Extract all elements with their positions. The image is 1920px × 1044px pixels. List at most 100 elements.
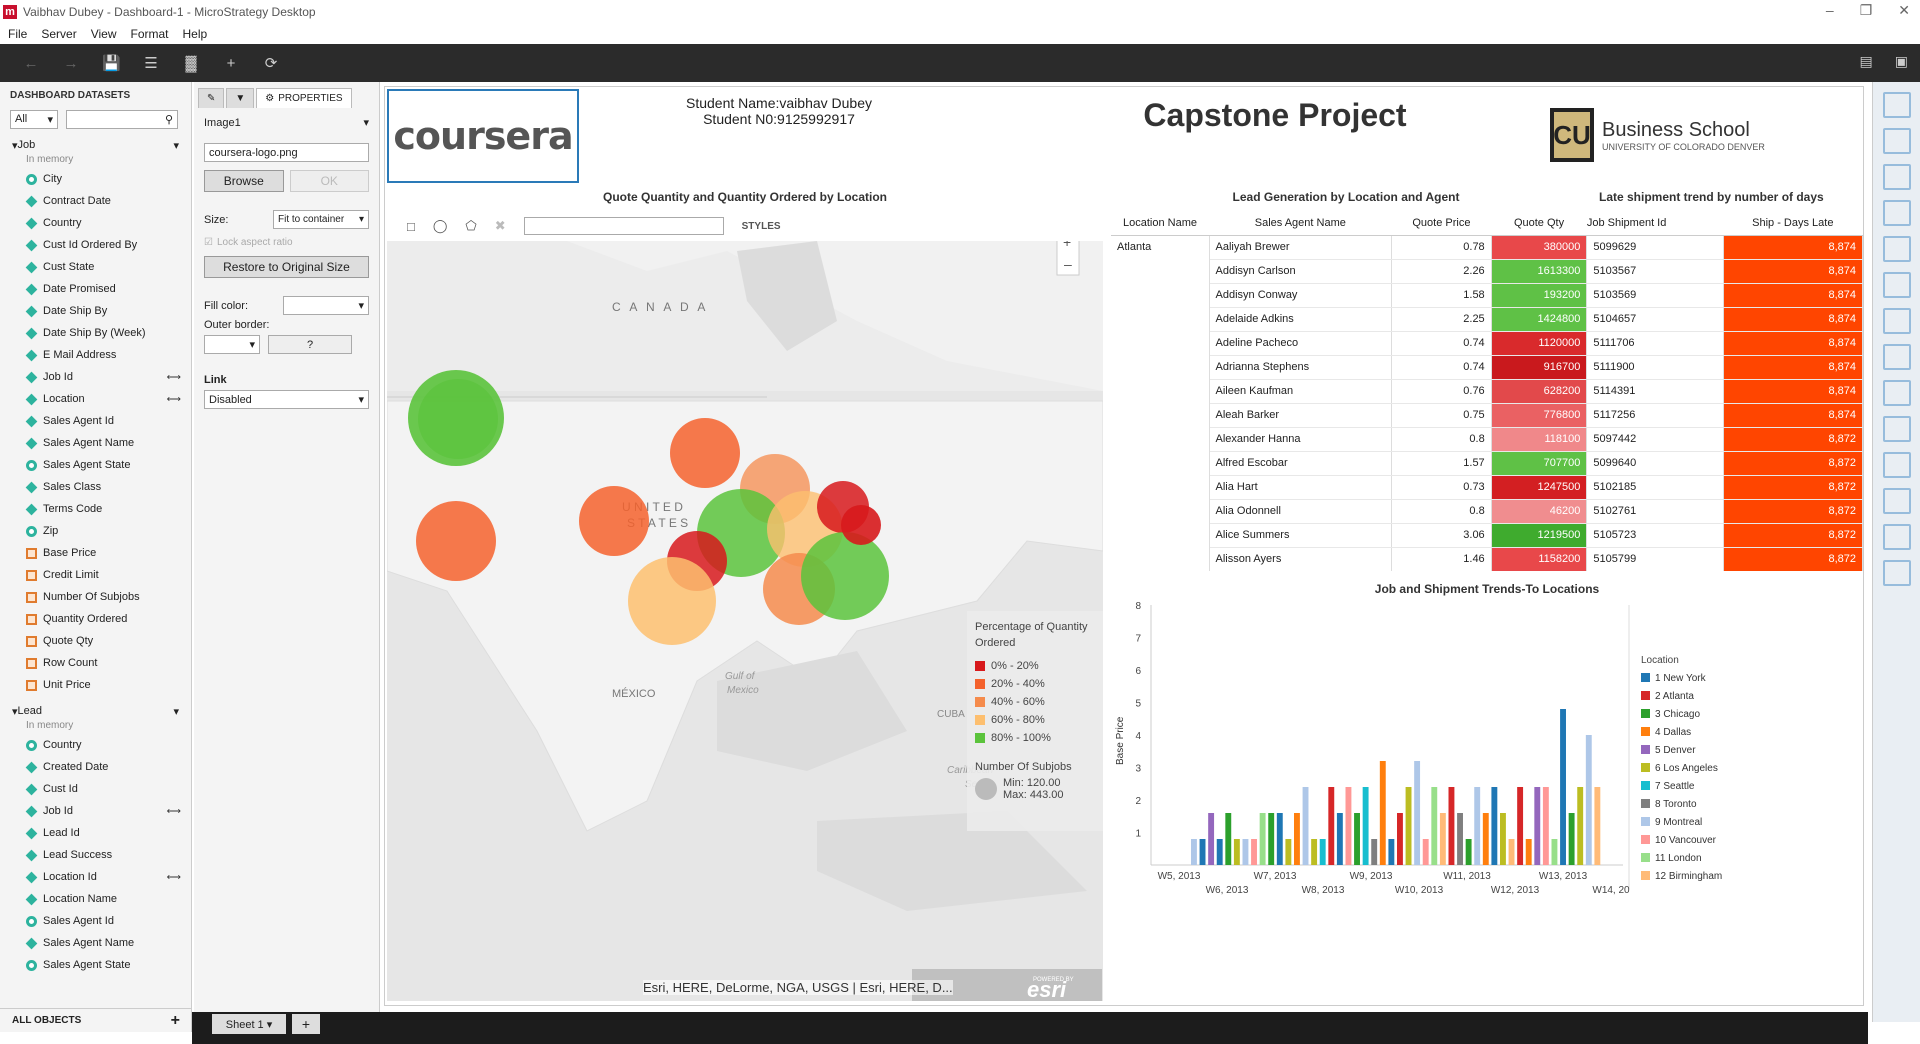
- fill-color-picker[interactable]: ▾: [283, 296, 369, 315]
- table-row[interactable]: Alfred Escobar 1.57 707700 5099640 8,872: [1111, 451, 1863, 476]
- object-item[interactable]: Zip: [0, 520, 191, 542]
- object-item[interactable]: Country: [0, 734, 191, 756]
- object-item[interactable]: Base Price: [0, 542, 191, 564]
- area-chart-viz-icon[interactable]: [1882, 236, 1911, 262]
- table-row[interactable]: Adelaide Adkins 2.25 1424800 5104657 8,874: [1111, 307, 1863, 332]
- table-row[interactable]: Atlanta Aaliyah Brewer 0.78 380000 5099629 8,…: [1111, 235, 1863, 260]
- lock-checkbox[interactable]: ☑: [204, 237, 213, 248]
- capstone-title[interactable]: Capstone Project: [1105, 97, 1445, 134]
- bubble-los-angeles[interactable]: [416, 501, 496, 581]
- chevron-down-icon[interactable]: ▾: [173, 705, 179, 718]
- add-data-icon[interactable]: ☰: [142, 54, 160, 72]
- object-item[interactable]: Number Of Subjobs: [0, 586, 191, 608]
- add-sheet-icon[interactable]: +: [292, 1014, 320, 1034]
- browse-button[interactable]: Browse: [204, 170, 284, 192]
- table-row[interactable]: Adeline Pacheco 0.74 1120000 5111706 8,874: [1111, 331, 1863, 356]
- combo-chart-viz-icon[interactable]: [1882, 344, 1911, 370]
- grid-column-header[interactable]: Sales Agent Name: [1209, 211, 1392, 236]
- object-item[interactable]: Date Promised: [0, 278, 191, 300]
- bubble-chicago[interactable]: [670, 418, 740, 488]
- object-item[interactable]: City: [0, 168, 191, 190]
- object-item[interactable]: Sales Agent State: [0, 454, 191, 476]
- object-item[interactable]: Sales Agent Id: [0, 410, 191, 432]
- student-info-text[interactable]: Student Name:vaibhav Dubey Student N0:912…: [579, 95, 979, 127]
- map-viz-icon[interactable]: [1882, 380, 1911, 406]
- table-row[interactable]: Addisyn Carlson 2.26 1613300 5103567 8,874: [1111, 259, 1863, 284]
- table-row[interactable]: Alexander Hanna 0.8 118100 5097442 8,872: [1111, 427, 1863, 452]
- dataset-job[interactable]: ▾ Job ▾: [0, 136, 191, 154]
- coursera-logo-image[interactable]: coursera: [387, 89, 579, 183]
- object-item[interactable]: Sales Agent State: [0, 954, 191, 976]
- lead-grid[interactable]: Location Name Sales Agent Name Quote Price…: [1111, 211, 1863, 571]
- sheet-tab[interactable]: Sheet 1 ▾: [212, 1014, 286, 1034]
- menu-help[interactable]: Help: [183, 27, 208, 41]
- presentation-mode-icon[interactable]: ▣: [1895, 53, 1908, 70]
- table-row[interactable]: Addisyn Conway 1.58 193200 5103569 8,874: [1111, 283, 1863, 308]
- chevron-down-icon[interactable]: ▾: [173, 139, 179, 152]
- border-color-picker[interactable]: ?: [268, 335, 352, 354]
- undo-icon[interactable]: ←: [22, 55, 40, 72]
- object-item[interactable]: Location ⟷: [0, 388, 191, 410]
- object-item[interactable]: Location Id ⟷: [0, 866, 191, 888]
- object-item[interactable]: Job Id ⟷: [0, 366, 191, 388]
- save-icon[interactable]: 💾: [102, 54, 121, 72]
- object-item[interactable]: Date Ship By (Week): [0, 322, 191, 344]
- grid-column-header[interactable]: Quote Qty: [1491, 211, 1587, 236]
- dataset-filter-select[interactable]: All ▾: [10, 109, 58, 129]
- table-row[interactable]: Adrianna Stephens 0.74 916700 5111900 8,874: [1111, 355, 1863, 380]
- object-item[interactable]: Sales Agent Name: [0, 432, 191, 454]
- object-item[interactable]: Sales Class: [0, 476, 191, 498]
- object-item[interactable]: Job Id ⟷: [0, 800, 191, 822]
- network-viz-icon[interactable]: [1882, 416, 1911, 442]
- ok-button[interactable]: OK: [289, 170, 369, 192]
- rect-select-icon[interactable]: □: [407, 219, 415, 234]
- bubble-london[interactable]: [801, 532, 889, 620]
- redo-icon[interactable]: →: [62, 55, 80, 72]
- add-viz-icon[interactable]: [1882, 560, 1911, 586]
- tab-properties[interactable]: ⚙ PROPERTIES: [256, 88, 352, 108]
- object-item[interactable]: Terms Code: [0, 498, 191, 520]
- lasso-select-icon[interactable]: ◯: [433, 218, 448, 234]
- object-item[interactable]: E Mail Address: [0, 344, 191, 366]
- object-item[interactable]: Row Count: [0, 652, 191, 674]
- object-item[interactable]: Quantity Ordered: [0, 608, 191, 630]
- bubble-chart-viz-icon[interactable]: [1882, 272, 1911, 298]
- table-row[interactable]: Alisson Ayers 1.46 1158200 5105799 8,872: [1111, 547, 1863, 571]
- object-item[interactable]: Cust State: [0, 256, 191, 278]
- custom-viz-icon[interactable]: [1882, 452, 1911, 478]
- refresh-icon[interactable]: ⟳: [262, 54, 280, 72]
- object-item[interactable]: Created Date: [0, 756, 191, 778]
- grid-viz-icon[interactable]: [1882, 92, 1911, 118]
- bubble-dallas[interactable]: [628, 557, 716, 645]
- object-item[interactable]: Date Ship By: [0, 300, 191, 322]
- clear-selection-icon[interactable]: ✖: [495, 218, 506, 234]
- object-item[interactable]: Lead Id: [0, 822, 191, 844]
- object-item[interactable]: Unit Price: [0, 674, 191, 696]
- object-item[interactable]: Sales Agent Name: [0, 932, 191, 954]
- text-viz-icon[interactable]: [1882, 488, 1911, 514]
- chevron-down-icon[interactable]: ▾: [363, 116, 369, 129]
- add-icon[interactable]: +: [171, 1012, 180, 1030]
- grid-column-header[interactable]: Location Name: [1111, 211, 1209, 236]
- dataset-lead[interactable]: ▾ Lead ▾: [0, 702, 191, 720]
- object-item[interactable]: Quote Qty: [0, 630, 191, 652]
- donut-viz-icon[interactable]: [1882, 524, 1911, 550]
- object-item[interactable]: Lead Success: [0, 844, 191, 866]
- size-select[interactable]: Fit to container ▾: [273, 210, 369, 229]
- map-svg[interactable]: C A N A D A U N I T E D S T A T E S MÉXI…: [387, 211, 1103, 1001]
- dataset-search-input[interactable]: ⚲: [66, 109, 178, 129]
- object-item[interactable]: Credit Limit: [0, 564, 191, 586]
- table-row[interactable]: Aileen Kaufman 0.76 628200 5114391 8,874: [1111, 379, 1863, 404]
- visualization-icon[interactable]: ▓: [182, 55, 200, 72]
- table-row[interactable]: Alice Summers 3.06 1219500 5105723 8,872: [1111, 523, 1863, 548]
- border-style-select[interactable]: ▾: [204, 335, 260, 354]
- menu-view[interactable]: View: [91, 27, 117, 41]
- object-item[interactable]: Cust Id Ordered By: [0, 234, 191, 256]
- grid-column-header[interactable]: Job Shipment Id: [1586, 211, 1724, 236]
- map-visualization[interactable]: C A N A D A U N I T E D S T A T E S MÉXI…: [387, 211, 1103, 1001]
- grid-column-header[interactable]: Quote Price: [1391, 211, 1492, 236]
- bar-chart-viz-icon[interactable]: [1882, 164, 1911, 190]
- all-objects-bar[interactable]: ALL OBJECTS +: [0, 1008, 192, 1032]
- trend-chart[interactable]: 1 2 3 4 5 6 7 8 Base Price W5, 2013 W6, 2013 W7, 20…: [1111, 599, 1863, 999]
- tab-edit[interactable]: ✎: [198, 88, 225, 108]
